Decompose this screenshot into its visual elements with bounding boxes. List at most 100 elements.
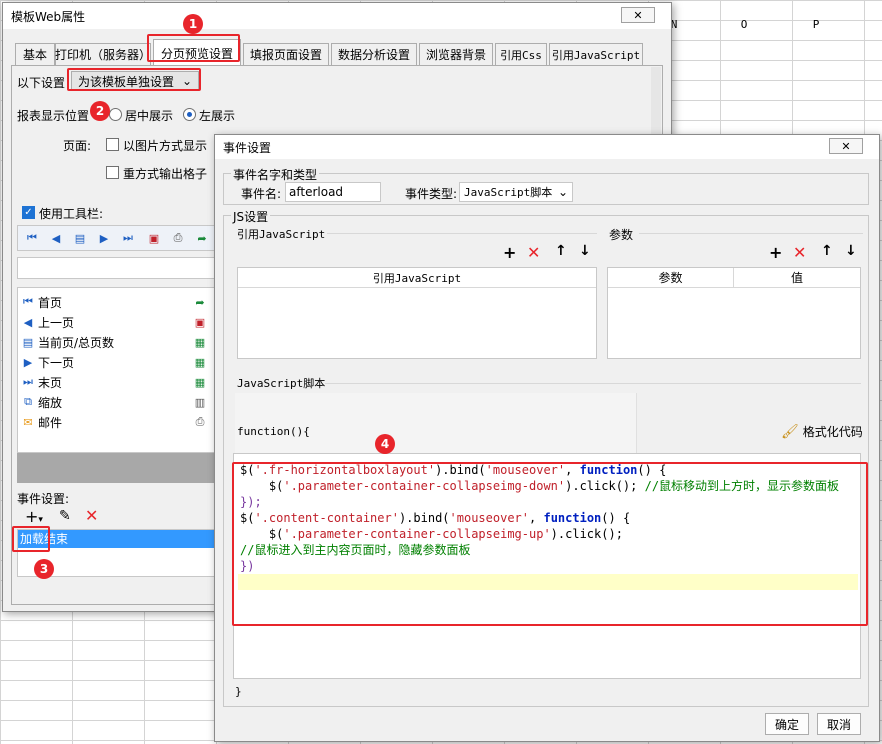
highlight-box-tab bbox=[147, 34, 240, 62]
script-label: JavaScript脚本 bbox=[237, 377, 326, 390]
checkbox-grid-output-label: 重方式输出格子 bbox=[123, 167, 208, 181]
badge-1: 1 bbox=[183, 14, 203, 34]
ref-js-table-header: 引用JavaScript bbox=[238, 268, 596, 288]
list-item[interactable]: ◀ 上一页 bbox=[18, 312, 203, 332]
window-titlebar: 模板Web属性 bbox=[3, 3, 671, 29]
delete-ref-js-icon[interactable]: ✕ bbox=[527, 243, 540, 262]
window-title: 模板Web属性 bbox=[11, 9, 86, 24]
radio-left[interactable] bbox=[183, 108, 196, 121]
event-type-label: 事件类型: bbox=[405, 187, 458, 201]
toolbar-label: 使用工具栏: bbox=[39, 207, 104, 221]
closing-brace: } bbox=[235, 685, 242, 698]
pdf-icon[interactable]: ▣ bbox=[146, 230, 162, 246]
dialog-titlebar: 事件设置 bbox=[215, 135, 879, 159]
first-page-icon: ⏮ bbox=[23, 295, 33, 308]
toolbar-empty-row bbox=[17, 257, 217, 279]
tab-printer[interactable]: 打印机（服务器） bbox=[55, 43, 151, 65]
tab-data-analysis[interactable]: 数据分析设置 bbox=[331, 43, 417, 65]
delete-icon[interactable]: ✕ bbox=[85, 506, 98, 525]
list-item[interactable]: ⏮ 首页 bbox=[18, 292, 203, 312]
last-page-icon[interactable]: ⏭ bbox=[120, 230, 136, 246]
tab-ref-css[interactable]: 引用Css bbox=[495, 43, 547, 65]
last-page-icon: ⏭ bbox=[23, 375, 33, 388]
dialog-close-button[interactable]: ✕ bbox=[829, 138, 863, 154]
tab-fill-page[interactable]: 填报页面设置 bbox=[243, 43, 329, 65]
list-item[interactable]: ⧉ 缩放 bbox=[18, 392, 203, 412]
toolbar-preview: ⏮ ◀ ▤ ▶ ⏭ ▣ ⎙ ➦ bbox=[17, 225, 217, 251]
radio-center[interactable] bbox=[109, 108, 122, 121]
list-item[interactable]: ▤ 当前页/总页数 bbox=[18, 332, 203, 352]
next-page-icon: ▶ bbox=[23, 355, 33, 369]
previous-page-icon[interactable]: ◀ bbox=[48, 230, 64, 246]
edit-icon[interactable]: ✎ bbox=[59, 508, 71, 524]
add-event-icon[interactable]: +▾ bbox=[25, 507, 43, 526]
radio-center-label: 居中展示 bbox=[125, 109, 174, 123]
move-up-icon[interactable]: ↑ bbox=[555, 243, 567, 259]
tab-ref-js[interactable]: 引用JavaScript bbox=[549, 43, 643, 65]
first-page-icon[interactable]: ⏮ bbox=[24, 230, 40, 246]
print-icon: ⎙ bbox=[195, 415, 205, 428]
param-table: 参数 值 bbox=[607, 267, 861, 359]
mail-icon: ✉ bbox=[23, 415, 33, 429]
toolbar-items-list: ⏮ 首页 ◀ 上一页 ▤ 当前页/总页数 ▶ 下一页 ⏭ 末页 ⧉ 缩放 ✉ 邮件 ➦ ▣ ▦… bbox=[17, 287, 217, 453]
cancel-button[interactable]: 取消 bbox=[817, 713, 861, 735]
excel-icon: ▦ bbox=[194, 335, 206, 349]
tab-basic[interactable]: 基本 bbox=[15, 43, 55, 65]
badge-3: 3 bbox=[34, 559, 54, 579]
dialog-title: 事件设置 bbox=[223, 140, 272, 155]
list-item[interactable]: ▶ 下一页 bbox=[18, 352, 203, 372]
move-down-icon[interactable]: ↓ bbox=[579, 243, 591, 259]
list-item[interactable]: ✉ 邮件 bbox=[18, 412, 203, 432]
badge-4: 4 bbox=[375, 434, 395, 454]
js-settings-label: JS设置 bbox=[231, 208, 271, 225]
param-table-header-name: 参数 bbox=[608, 268, 734, 288]
divider bbox=[325, 383, 861, 384]
event-label: 事件设置: bbox=[17, 492, 70, 506]
close-icon: ✕ bbox=[841, 139, 851, 153]
divider bbox=[327, 233, 597, 234]
close-button[interactable]: ✕ bbox=[621, 7, 655, 23]
delete-param-icon[interactable]: ✕ bbox=[793, 243, 806, 262]
list-item[interactable]: ⏭ 末页 bbox=[18, 372, 203, 392]
print-icon[interactable]: ⎙ bbox=[170, 230, 186, 246]
export-icon[interactable]: ➦ bbox=[194, 230, 210, 246]
badge-2: 2 bbox=[90, 101, 110, 121]
event-name-type-label: 事件名字和类型 bbox=[231, 166, 320, 183]
checkbox-image-mode[interactable] bbox=[106, 138, 119, 151]
param-label: 参数 bbox=[609, 228, 634, 242]
event-settings-dialog: 事件设置 ✕ 事件名字和类型 事件名: afterload 事件类型: Java… bbox=[214, 134, 880, 742]
function-head: function(){ bbox=[237, 425, 310, 438]
param-move-up-icon[interactable]: ↑ bbox=[821, 243, 833, 259]
checkbox-image-mode-label: 以图片方式显示 bbox=[123, 139, 208, 153]
setting-label: 以下设置 bbox=[17, 76, 66, 90]
event-name-input[interactable]: afterload bbox=[285, 182, 381, 202]
check-icon: ✓ bbox=[24, 207, 33, 218]
close-icon: ✕ bbox=[633, 8, 643, 22]
add-ref-js-icon[interactable]: + bbox=[503, 243, 516, 262]
event-type-select[interactable]: JavaScript脚本 ⌄ bbox=[459, 182, 573, 202]
param-move-down-icon[interactable]: ↓ bbox=[845, 243, 857, 259]
export-icon: ➦ bbox=[195, 295, 205, 309]
tab-browser-bg[interactable]: 浏览器背景 bbox=[419, 43, 493, 65]
add-param-icon[interactable]: + bbox=[769, 243, 782, 262]
ref-js-label: 引用JavaScript bbox=[237, 228, 326, 241]
zoom-icon: ⧉ bbox=[24, 395, 32, 408]
page-count-icon[interactable]: ▤ bbox=[72, 230, 88, 246]
page-count-icon: ▤ bbox=[22, 335, 34, 349]
pdf-icon: ▣ bbox=[194, 315, 206, 329]
highlight-box-code bbox=[232, 462, 868, 626]
format-code-button[interactable]: 🖌 格式化代码 bbox=[781, 423, 863, 440]
excel-icon: ▦ bbox=[194, 355, 206, 369]
column-header-p: P bbox=[812, 18, 820, 31]
next-page-icon[interactable]: ▶ bbox=[96, 230, 112, 246]
word-icon: ▥ bbox=[194, 395, 206, 409]
highlight-box-event bbox=[12, 526, 50, 552]
checkbox-grid-output[interactable] bbox=[106, 166, 119, 179]
event-name-label: 事件名: bbox=[241, 187, 282, 201]
position-label: 报表显示位置 bbox=[17, 109, 90, 123]
page-label: 页面: bbox=[63, 139, 92, 153]
ok-button[interactable]: 确定 bbox=[765, 713, 809, 735]
chevron-down-icon: ⌄ bbox=[557, 185, 568, 199]
checkbox-use-toolbar[interactable]: ✓ bbox=[22, 206, 35, 219]
highlight-box-setting bbox=[67, 68, 201, 91]
